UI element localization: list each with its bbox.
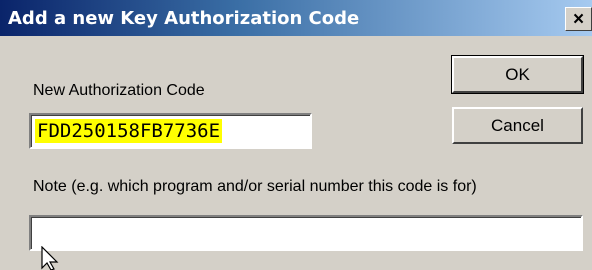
close-button[interactable]: × [565, 7, 592, 31]
authorization-code-label: New Authorization Code [33, 82, 205, 99]
cancel-button[interactable]: Cancel [452, 107, 583, 144]
mouse-pointer-icon [41, 246, 59, 270]
title-bar[interactable]: Add a new Key Authorization Code × [0, 0, 592, 36]
note-label: Note (e.g. which program and/or serial n… [33, 178, 477, 195]
note-input[interactable] [29, 215, 583, 251]
cancel-button-label: Cancel [491, 115, 544, 135]
authorization-code-input[interactable]: FDD250158FB7736E [29, 113, 312, 149]
close-icon: × [572, 8, 585, 30]
authorization-code-value: FDD250158FB7736E [35, 119, 223, 143]
ok-button[interactable]: OK [451, 55, 584, 94]
ok-button-label: OK [505, 64, 530, 84]
dialog-title: Add a new Key Authorization Code [8, 8, 360, 29]
